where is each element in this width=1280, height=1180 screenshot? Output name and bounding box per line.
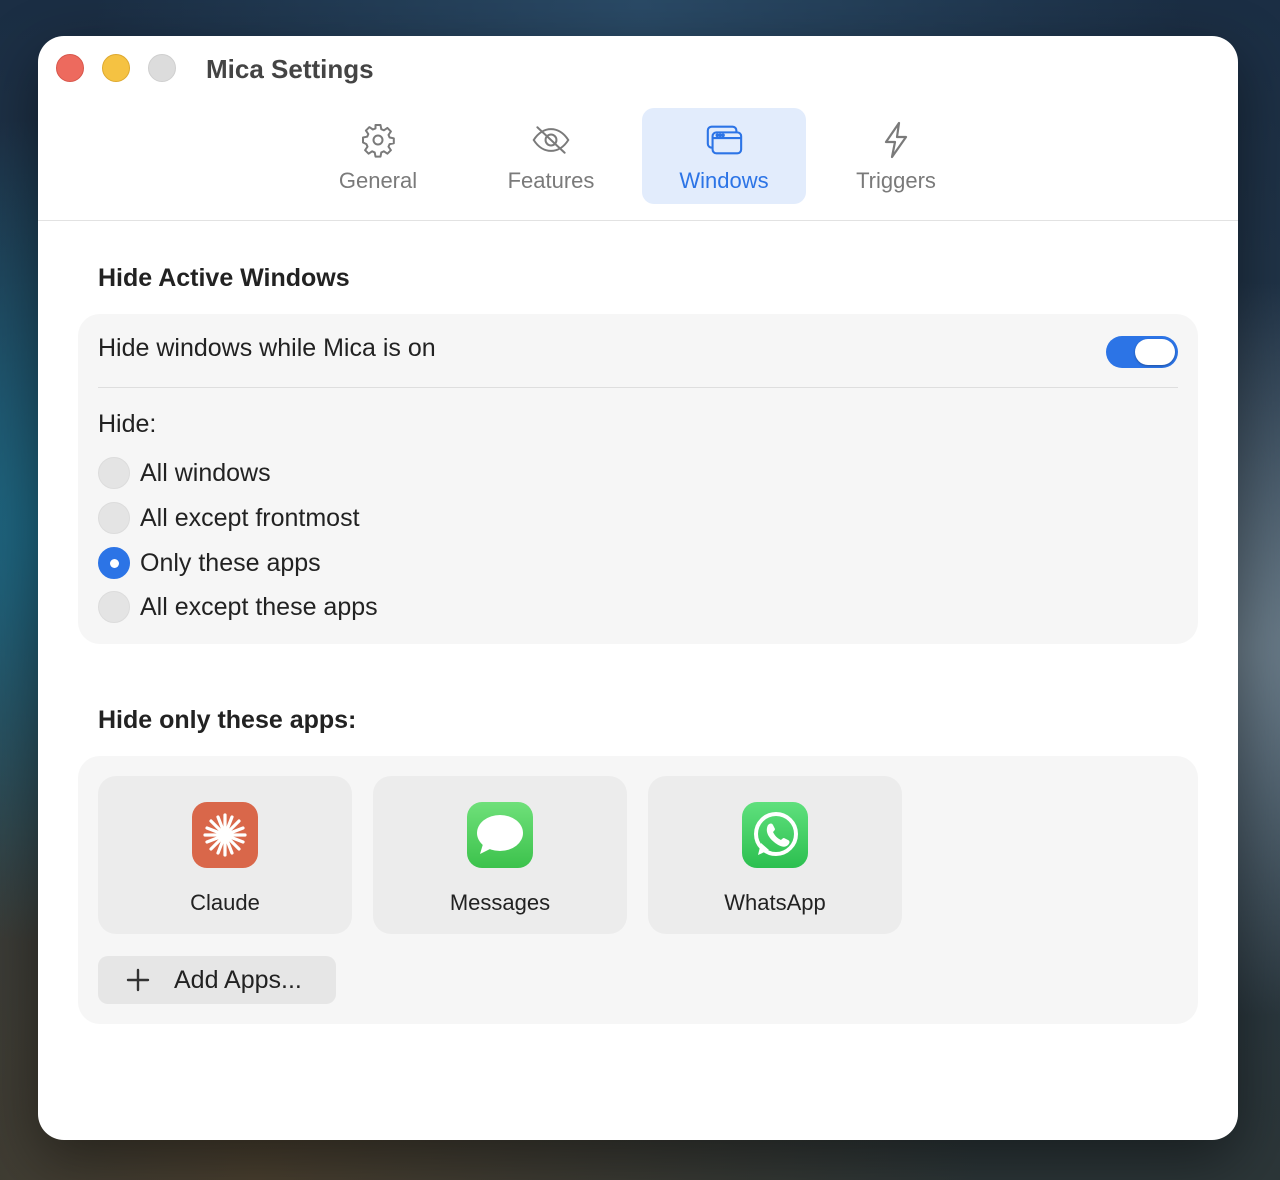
radio-button[interactable] [98, 457, 130, 489]
tab-triggers[interactable]: Triggers [814, 108, 978, 204]
claude-icon [192, 802, 258, 868]
radio-button[interactable] [98, 502, 130, 534]
tab-general[interactable]: General [296, 108, 460, 204]
add-apps-button[interactable]: Add Apps... [98, 956, 336, 1004]
radio-all-except-these-apps[interactable]: All except these apps [98, 590, 378, 624]
tab-label: General [338, 168, 418, 193]
radio-button-selected[interactable] [98, 547, 130, 579]
hide-label: Hide: [98, 410, 157, 438]
apps-card: Claude Messages WhatsApp Add Apps... [78, 756, 1198, 1024]
add-apps-label: Add Apps... [174, 965, 302, 994]
section-title-hide-active: Hide Active Windows [98, 264, 350, 292]
radio-button[interactable] [98, 591, 130, 623]
eye-slash-icon [531, 120, 571, 160]
toolbar-divider [38, 220, 1238, 221]
app-tile-whatsapp[interactable]: WhatsApp [648, 776, 902, 934]
hide-windows-row: Hide windows while Mica is on [98, 332, 1178, 372]
app-tile-claude[interactable]: Claude [98, 776, 352, 934]
tab-bar: General Features Windows Triggers [38, 108, 1238, 220]
plus-icon [124, 966, 152, 994]
tab-label: Triggers [856, 168, 936, 193]
radio-label: All except these apps [140, 592, 378, 621]
card-divider [98, 387, 1178, 388]
hide-active-card: Hide windows while Mica is on Hide: All … [78, 314, 1198, 644]
radio-label: All windows [140, 458, 271, 487]
messages-icon [467, 802, 533, 868]
hide-windows-label: Hide windows while Mica is on [98, 334, 436, 362]
section-title-apps: Hide only these apps: [98, 706, 357, 734]
app-name: Claude [190, 890, 260, 915]
radio-only-these-apps[interactable]: Only these apps [98, 546, 321, 580]
bolt-icon [876, 120, 916, 160]
radio-all-except-frontmost[interactable]: All except frontmost [98, 501, 360, 535]
app-name: Messages [449, 890, 551, 915]
window-title: Mica Settings [206, 54, 374, 84]
radio-label: Only these apps [140, 548, 321, 577]
minimize-button[interactable] [102, 54, 130, 82]
hide-windows-toggle[interactable] [1106, 336, 1178, 368]
title-bar: Mica Settings [38, 36, 1238, 100]
whatsapp-icon [742, 802, 808, 868]
app-name: WhatsApp [724, 890, 826, 915]
gear-icon [358, 120, 398, 160]
app-tile-messages[interactable]: Messages [373, 776, 627, 934]
windows-icon [704, 120, 744, 160]
toggle-knob [1135, 339, 1175, 365]
tab-label: Features [507, 168, 595, 193]
tab-features[interactable]: Features [469, 108, 633, 204]
settings-window: Mica Settings General Features Windows T… [38, 36, 1238, 1140]
tab-windows[interactable]: Windows [642, 108, 806, 204]
radio-label: All except frontmost [140, 503, 360, 532]
close-button[interactable] [56, 54, 84, 82]
tab-label: Windows [679, 168, 769, 193]
zoom-button[interactable] [148, 54, 176, 82]
radio-all-windows[interactable]: All windows [98, 456, 271, 490]
